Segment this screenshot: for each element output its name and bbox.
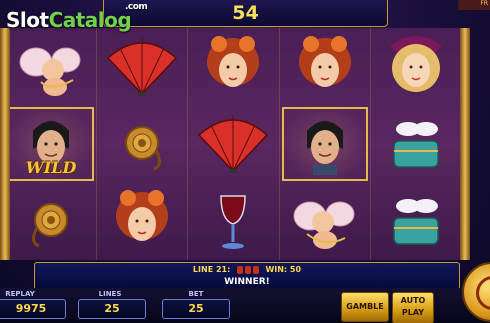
gamble-label: GAMBLE (346, 302, 384, 311)
symbol-doves-box (371, 183, 461, 260)
mini-symbol-icon (252, 265, 259, 274)
autoplay-button[interactable]: AUTO PLAY (392, 292, 434, 323)
autoreplay-label: REPLAY (5, 290, 35, 298)
lines-selector[interactable]: 25 (78, 299, 146, 319)
symbol-fan (188, 105, 278, 182)
symbol-rose (6, 183, 96, 260)
symbol-fan (97, 28, 187, 105)
symbol-woman-red (280, 28, 370, 105)
line-label: LINE 21: (192, 265, 231, 274)
wild-label: WILD (25, 157, 77, 177)
symbol-doves-box (371, 105, 461, 182)
slotcatalog-watermark: SlotCatalog .com (6, 2, 148, 32)
reel-frame-right (460, 28, 470, 260)
spin-icon (476, 276, 490, 310)
bet-selector[interactable]: 25 (162, 299, 230, 319)
reel-2 (97, 28, 189, 260)
autoplay-label-line2: PLAY (401, 308, 425, 317)
reel-4 (279, 28, 371, 260)
credit-field: 9975 (0, 299, 66, 319)
reel-1: WILD (6, 28, 98, 260)
symbol-rose (97, 105, 187, 182)
lines-label: LINES (98, 290, 122, 298)
symbol-cupid (280, 183, 370, 260)
reel-5 (370, 28, 462, 260)
symbol-wild-man: WILD (6, 105, 97, 183)
gamble-button[interactable]: GAMBLE (341, 292, 389, 322)
symbol-woman-red (97, 183, 187, 260)
win-amount: WIN: 50 (265, 265, 302, 274)
symbol-man (279, 105, 370, 183)
control-panel: REPLAY 9975 LINES 25 BET 25 GAMBLE AUTO … (0, 288, 490, 323)
symbol-cupid (6, 28, 96, 105)
slot-game-screen: SlotCatalog .com 54 FR WILD LINE 21: WIN… (0, 0, 490, 323)
win-line-info: LINE 21: WIN: 50 (35, 264, 459, 276)
symbol-woman-blonde (371, 28, 461, 105)
reel-frame-left (0, 28, 10, 260)
corner-flag: FR (458, 0, 490, 10)
symbol-woman-red (188, 28, 278, 105)
watermark-slot: Slot (6, 8, 49, 32)
autoplay-label-line1: AUTO (400, 296, 426, 305)
watermark-catalog: Catalog (48, 8, 132, 32)
symbol-goblet (188, 183, 278, 260)
watermark-com: .com (125, 2, 148, 12)
win-info-bar: LINE 21: WIN: 50 WINNER! (34, 262, 460, 290)
winner-text: WINNER! (224, 277, 270, 287)
mini-symbol-icon (236, 265, 243, 274)
mini-symbol-icon (244, 265, 251, 274)
reel-3 (188, 28, 280, 260)
bet-label: BET (188, 290, 204, 298)
reels-grid: WILD (6, 28, 462, 260)
